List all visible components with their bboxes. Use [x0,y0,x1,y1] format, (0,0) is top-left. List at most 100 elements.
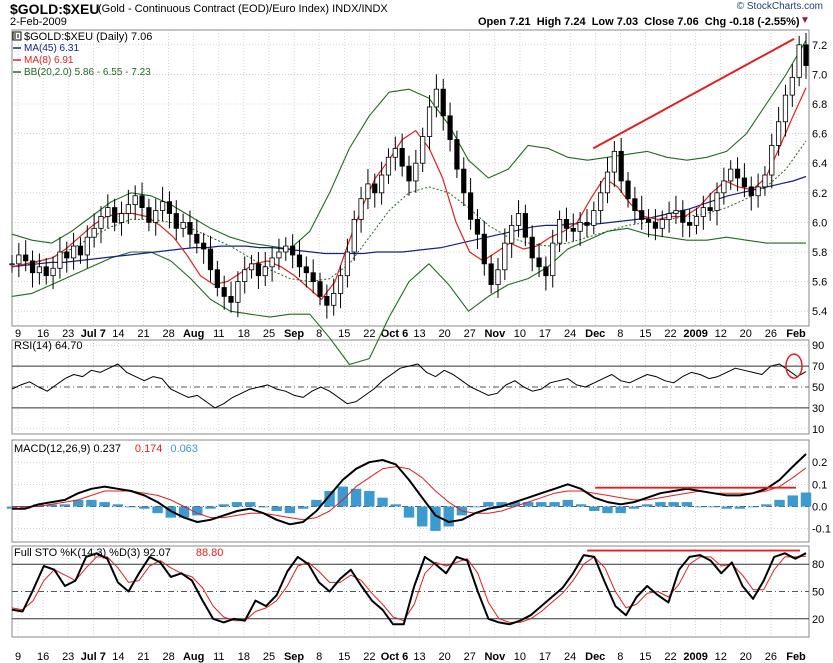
x-tick-label: 27 [464,651,476,663]
price-bar-body [255,263,262,277]
price-bar-body [714,192,720,211]
y-tick-label: 6.0 [812,217,827,229]
price-bar-body [214,269,220,288]
price-bar-body [796,44,802,78]
y-tick-label: 0.0 [812,502,827,514]
price-bar-body [447,115,453,140]
price-bar-body [611,150,617,173]
price-bar-body [132,195,138,206]
price-bar-body [454,139,460,170]
price-bar-body [16,254,22,265]
x-tick-label: 8 [617,651,623,663]
macd-histogram-bar [774,499,785,507]
x-tick-label: Oct 6 [381,651,409,663]
price-bar-body [420,136,426,164]
price-bar-body [372,183,378,194]
x-tick-label: 26 [765,651,777,663]
x-tick-label: 18 [238,651,250,663]
macd-histogram-bar [483,502,494,507]
macd-histogram-bar [152,506,163,514]
macd-histogram-bar [377,497,388,507]
y-tick-label: 10 [812,424,824,436]
price-bar-body [584,221,590,226]
x-tick-label: Sep [284,651,304,663]
macd-histogram-bar [417,506,428,527]
x-tick-label: 15 [639,328,651,340]
x-tick-label: 25 [263,328,275,340]
macd-histogram-bar [708,506,719,508]
price-bar-body [105,207,111,217]
macd-histogram-bar [747,506,759,508]
x-tick-label: 21 [137,651,149,663]
macd-histogram-bar [271,506,282,511]
price-bar-body [303,266,309,274]
price-bar-body [413,162,419,182]
price-bar-body [9,263,15,266]
macd-histogram-bar [628,506,640,509]
macd-histogram-bar [350,488,362,507]
price-bar-body [645,219,652,223]
price-legend-item: MA(45) 6.31 [24,43,79,54]
macd-histogram-bar [655,502,666,507]
price-bar-body [741,177,747,188]
price-bar-body [495,269,501,285]
x-tick-label: Jul 7 [81,651,106,663]
price-bar-body [153,210,159,223]
bar-type-icon [12,31,22,41]
price-legend-item: MA(8) 6.91 [24,55,74,66]
x-tick-label: 11 [213,651,224,663]
macd-histogram-bar [589,506,600,511]
macd-histogram-bar [125,506,137,508]
x-tick-label: 24 [564,651,576,663]
x-tick-label: 26 [765,328,777,340]
price-bar-body [317,281,323,297]
price-bar-body [399,147,405,167]
price-bar-body [43,266,49,277]
macd-histogram-bar [59,504,71,507]
macd-histogram-bar [112,504,124,507]
x-tick-label: 12 [715,328,727,340]
price-bar-body [632,198,638,211]
price-bar-body [755,186,761,197]
price-bar-body [290,245,296,256]
y-tick-label: -0.1 [812,524,831,536]
price-bar-body [235,281,241,303]
price-bar-body [262,266,268,277]
x-tick-label: 11 [213,328,224,340]
price-bar-body [556,219,563,244]
price-bar-body [426,106,433,137]
price-bar-body [36,266,42,274]
y-tick-label: 5.4 [812,306,827,318]
price-bar-body [488,263,494,285]
macd-histogram-bar [694,506,706,508]
price-bar-body [118,213,125,223]
macd-histogram-bar [364,491,375,507]
price-bar-body [242,269,248,283]
price-bar-body [522,213,528,238]
price-bar-body [358,198,364,220]
x-tick-label: 16 [37,651,49,663]
price-bar-body [392,147,398,158]
x-tick-label: 14 [112,651,124,663]
price-bar-body [509,224,515,244]
macd-histogram-bar [297,506,309,509]
x-tick-label: Nov [484,328,506,340]
x-tick-label: 20 [439,328,451,340]
price-bar-body [98,216,104,229]
price-bar-body [337,275,344,294]
x-tick-label: 22 [664,651,676,663]
price-bar-body [515,213,522,226]
y-tick-label: 7.0 [812,69,827,81]
macd-histogram-bar [800,492,812,507]
x-tick-label: 27 [464,328,476,340]
price-bar-body [344,251,350,277]
price-bar-body [659,219,665,229]
price-bar-body [762,174,768,188]
price-bar-body [57,251,63,269]
price-bar-body [269,257,275,268]
price-bar-body [173,213,179,229]
price-bar-body [71,245,77,259]
price-bar-body [296,254,303,268]
x-tick-label: Dec [585,328,605,340]
x-tick-label: 8 [617,328,623,340]
